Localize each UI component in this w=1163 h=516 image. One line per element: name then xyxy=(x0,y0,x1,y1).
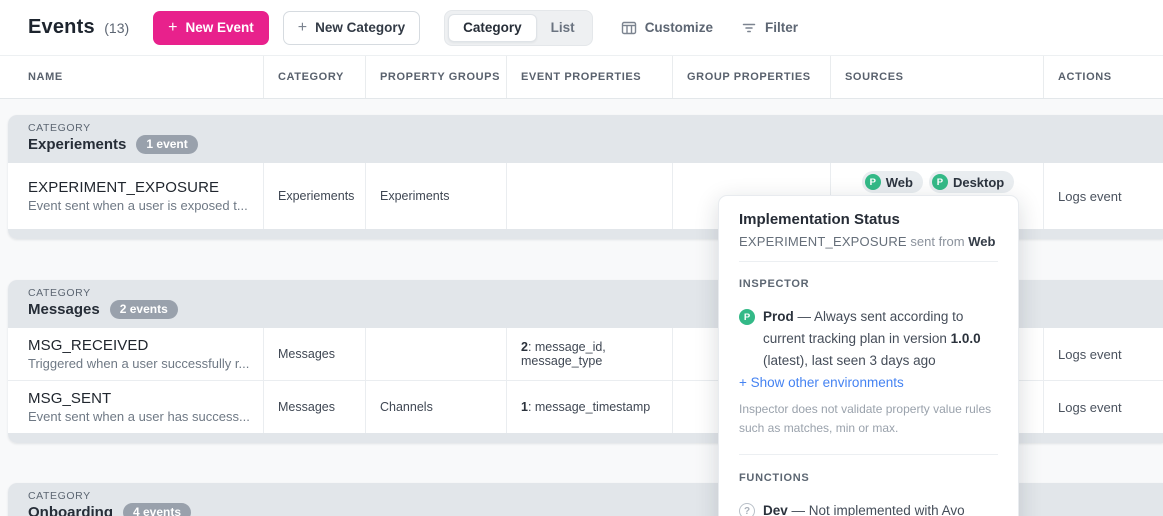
property-count: 2 xyxy=(521,340,528,354)
functions-status-message: — Not implemented with Avo Functions xyxy=(763,503,965,516)
table-header: NAME CATEGORY PROPERTY GROUPS EVENT PROP… xyxy=(0,56,1163,99)
column-header-category: CATEGORY xyxy=(263,56,365,98)
customize-columns-icon xyxy=(621,20,637,36)
event-name-cell[interactable]: EXPERIMENT_EXPOSURE Event sent when a us… xyxy=(8,163,263,229)
action-label: Logs event xyxy=(1058,347,1153,362)
property-groups-cell: Channels xyxy=(365,381,506,433)
column-header-property-groups: PROPERTY GROUPS xyxy=(365,56,506,98)
event-name: MSG_RECEIVED xyxy=(28,337,253,354)
property-groups-cell: Experiments xyxy=(365,163,506,229)
event-count-badge: 1 event xyxy=(136,135,197,154)
category-band-experiements: CATEGORY Experiements 1 event xyxy=(8,115,1163,163)
property-list: : message_id, message_type xyxy=(521,340,606,368)
functions-status-text: Dev — Not implemented with Avo Functions xyxy=(763,500,998,516)
customize-button[interactable]: Customize xyxy=(621,20,713,36)
source-pill-desktop[interactable]: P Desktop xyxy=(929,171,1014,193)
popover-event-name: EXPERIMENT_EXPOSURE xyxy=(739,234,907,249)
view-toggle: Category List xyxy=(444,10,593,46)
popover-source-name: Web xyxy=(968,234,995,249)
event-count-badge: 2 events xyxy=(110,300,178,319)
view-toggle-category[interactable]: Category xyxy=(448,14,537,42)
source-pill-web[interactable]: P Web xyxy=(862,171,923,193)
filter-lines-icon xyxy=(741,20,757,36)
new-event-button[interactable]: + New Event xyxy=(153,11,269,45)
environment-name: Prod xyxy=(763,309,794,324)
prod-status-icon: P xyxy=(865,174,881,190)
show-other-environments-link[interactable]: + Show other environments xyxy=(739,375,998,390)
inspector-note: Inspector does not validate property val… xyxy=(739,400,998,455)
category-name: Onboarding xyxy=(28,504,113,516)
filter-label: Filter xyxy=(765,20,798,35)
source-label: Desktop xyxy=(953,175,1004,190)
event-name-cell[interactable]: MSG_SENT Event sent when a user has succ… xyxy=(8,381,263,433)
column-header-group-properties: GROUP PROPERTIES xyxy=(672,56,830,98)
popover-title: Implementation Status xyxy=(739,211,998,228)
event-description: Event sent when a user has success... xyxy=(28,409,253,424)
status-text-before-version: — Always sent according to current track… xyxy=(763,309,963,346)
inspector-section-label: INSPECTOR xyxy=(739,278,998,290)
functions-section-label: FUNCTIONS xyxy=(739,472,998,484)
action-label: Logs event xyxy=(1058,189,1153,204)
status-text-after-version: (latest), last seen 3 days ago xyxy=(763,353,936,368)
view-toggle-list[interactable]: List xyxy=(537,14,589,42)
page-title: Events (13) xyxy=(28,16,129,39)
popover-subtitle: EXPERIMENT_EXPOSURE sent from Web xyxy=(739,234,998,249)
version-number: 1.0.0 xyxy=(951,331,981,346)
page-title-text: Events xyxy=(28,16,95,38)
toolbar: Events (13) + New Event + New Category C… xyxy=(0,0,1163,56)
event-name: EXPERIMENT_EXPOSURE xyxy=(28,179,253,196)
event-name-cell[interactable]: MSG_RECEIVED Triggered when a user succe… xyxy=(8,328,263,380)
column-header-name: NAME xyxy=(0,56,263,98)
event-count-badge: 4 events xyxy=(123,503,191,516)
actions-cell: Logs event xyxy=(1043,163,1163,229)
event-properties-cell xyxy=(506,163,672,229)
category-name: Messages xyxy=(28,301,100,318)
inspector-prod-status: P Prod — Always sent according to curren… xyxy=(739,306,998,372)
new-event-label: New Event xyxy=(186,20,254,35)
category-cell: Messages xyxy=(263,328,365,380)
actions-cell: Logs event xyxy=(1043,381,1163,433)
events-count: (13) xyxy=(104,20,129,36)
event-description: Triggered when a user successfully r... xyxy=(28,356,253,371)
implementation-status-popover: Implementation Status EXPERIMENT_EXPOSUR… xyxy=(718,195,1019,516)
category-cell: Messages xyxy=(263,381,365,433)
new-category-label: New Category xyxy=(315,20,405,35)
category-name: Experiements xyxy=(28,136,126,153)
category-band-label: CATEGORY xyxy=(28,122,1163,134)
column-header-sources: SOURCES xyxy=(830,56,1043,98)
plus-icon: + xyxy=(298,20,307,36)
inspector-status-text: Prod — Always sent according to current … xyxy=(763,306,998,372)
source-label: Web xyxy=(886,175,913,190)
functions-dev-status: ? Dev — Not implemented with Avo Functio… xyxy=(739,500,998,516)
prod-status-icon: P xyxy=(932,174,948,190)
new-category-button[interactable]: + New Category xyxy=(283,11,420,45)
environment-name: Dev xyxy=(763,503,788,516)
filter-button[interactable]: Filter xyxy=(741,20,798,36)
event-properties-cell: 1: message_timestamp xyxy=(506,381,672,433)
category-cell: Experiements xyxy=(263,163,365,229)
popover-subtitle-middle: sent from xyxy=(907,234,968,249)
actions-cell: Logs event xyxy=(1043,328,1163,380)
plus-icon: + xyxy=(168,20,177,36)
column-header-event-properties: EVENT PROPERTIES xyxy=(506,56,672,98)
property-groups-cell xyxy=(365,328,506,380)
event-properties-cell: 2: message_id, message_type xyxy=(506,328,672,380)
column-header-actions: ACTIONS xyxy=(1043,56,1163,98)
property-count: 1 xyxy=(521,400,528,414)
functions-section: FUNCTIONS ? Dev — Not implemented with A… xyxy=(739,455,998,516)
customize-label: Customize xyxy=(645,20,713,35)
inspector-section: INSPECTOR P Prod — Always sent according… xyxy=(739,262,998,455)
popover-header: Implementation Status EXPERIMENT_EXPOSUR… xyxy=(739,196,998,262)
event-description: Event sent when a user is exposed t... xyxy=(28,198,253,213)
question-circle-icon: ? xyxy=(739,503,755,516)
property-list: : message_timestamp xyxy=(528,400,650,414)
event-name: MSG_SENT xyxy=(28,390,253,407)
prod-status-icon: P xyxy=(739,309,755,325)
action-label: Logs event xyxy=(1058,400,1153,415)
